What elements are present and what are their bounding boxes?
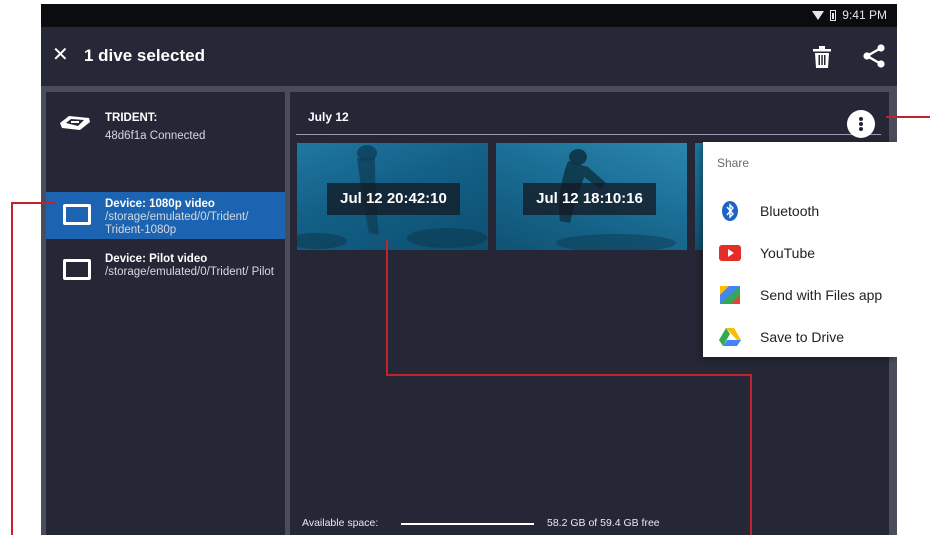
device-item-path: /storage/emulated/0/Trident/ Trident-108… [105, 211, 249, 236]
trident-drone-icon [60, 116, 90, 130]
battery-icon [830, 9, 837, 21]
device-item-title: Device: Pilot video [105, 253, 208, 265]
close-icon[interactable]: ✕ [52, 45, 69, 65]
share-menu: Share Bluetooth YouTube Send with Files [703, 142, 897, 357]
thumbnail-timestamp: Jul 12 18:10:16 [523, 183, 656, 215]
device-item-path: /storage/emulated/0/Trident/ Pilot [105, 266, 274, 278]
files-app-icon [720, 286, 740, 304]
device-item-pilot[interactable]: Device: Pilot video /storage/emulated/0/… [46, 247, 285, 307]
screen-icon [63, 259, 91, 280]
share-item-youtube[interactable]: YouTube [703, 233, 897, 273]
share-icon[interactable] [862, 44, 886, 68]
date-divider [296, 134, 881, 135]
device-item-title: Device: 1080p video [105, 198, 215, 210]
share-item-label: Save to Drive [760, 329, 845, 345]
date-header: July 12 [308, 110, 349, 124]
share-item-label: YouTube [760, 245, 816, 261]
action-bar: ✕ 1 dive selected [41, 27, 897, 86]
device-list: TRIDENT: 48d6f1a Connected Device: 1080p… [46, 92, 285, 535]
callout-line [11, 202, 13, 535]
share-item-label: Send with Files app [760, 287, 883, 303]
storage-label: Available space: [302, 517, 379, 529]
callout-line [11, 202, 55, 204]
wifi-icon [812, 10, 825, 20]
selection-title: 1 dive selected [84, 46, 205, 65]
share-item-bluetooth[interactable]: Bluetooth [703, 191, 897, 231]
storage-free-text: 58.2 GB of 59.4 GB free [547, 517, 660, 529]
trident-status: 48d6f1a Connected [105, 130, 206, 142]
callout-line [886, 116, 930, 118]
dive-thumbnail[interactable]: Jul 12 18:10:16 [496, 143, 687, 250]
device-item-1080p[interactable]: Device: 1080p video /storage/emulated/0/… [46, 192, 285, 239]
more-options-button[interactable] [847, 110, 875, 138]
screen-icon [63, 204, 91, 225]
drive-icon [719, 328, 741, 346]
delete-icon[interactable] [813, 46, 831, 68]
dive-thumbnail[interactable]: Jul 12 20:42:10 [297, 143, 488, 250]
callout-line [386, 374, 752, 376]
share-item-drive[interactable]: Save to Drive [703, 317, 897, 357]
trident-connection[interactable]: TRIDENT: 48d6f1a Connected [46, 92, 285, 152]
share-item-label: Bluetooth [760, 203, 820, 219]
thumbnail-timestamp: Jul 12 20:42:10 [327, 183, 460, 215]
trident-name: TRIDENT: [105, 112, 158, 124]
bluetooth-icon [722, 201, 738, 221]
share-item-files-app[interactable]: Send with Files app [703, 275, 897, 315]
youtube-icon [719, 245, 741, 261]
share-menu-header: Share [717, 156, 750, 170]
tablet-screen: 9:41 PM ✕ 1 dive selected TRIDENT: 48d6f… [41, 4, 897, 535]
status-time: 9:41 PM [842, 8, 887, 22]
more-vert-icon [859, 117, 863, 121]
callout-line [386, 240, 388, 376]
callout-line [750, 374, 752, 535]
status-bar: 9:41 PM [41, 4, 897, 27]
storage-bar [401, 523, 534, 525]
